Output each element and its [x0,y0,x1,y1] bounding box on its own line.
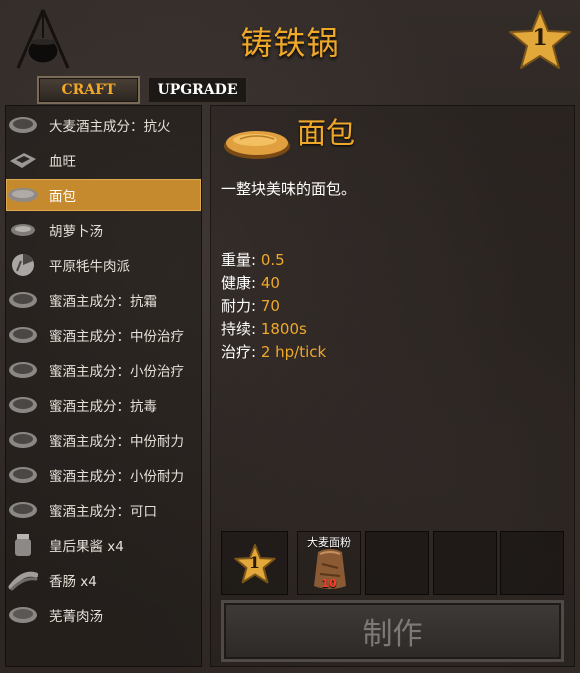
recipe-item[interactable]: 蜜酒主成分：可口 [6,494,201,526]
bowl-icon [6,426,40,454]
recipe-item[interactable]: 蜜酒主成分：小份耐力 [6,459,201,491]
soup-icon [6,216,40,244]
recipe-label: 血旺 [49,154,76,170]
stat-stamina: 耐力: 70 [221,295,280,316]
blood-pudding-icon [6,146,40,174]
recipe-item[interactable]: 蜜酒主成分：中份耐力 [6,424,201,456]
recipe-label: 胡萝卜汤 [49,224,103,240]
bowl-icon [6,601,40,629]
recipe-label: 芜菁肉汤 [49,609,103,625]
stat-value: 1800s [260,320,307,338]
recipe-label: 平原牦牛肉派 [49,259,130,275]
ingredient-slot[interactable]: 大麦面粉 10 [297,531,361,595]
bowl-icon [6,111,40,139]
recipe-item-selected[interactable]: 面包 [6,179,201,211]
stat-label: 持续: [221,320,261,338]
required-level-number: 1 [248,553,261,572]
recipe-label: 面包 [49,189,76,205]
bowl-icon [6,286,40,314]
recipe-item[interactable]: 芜菁肉汤 [6,599,201,631]
stat-label: 健康: [221,274,261,292]
stat-value: 0.5 [260,251,285,269]
stat-healing: 治疗: 2 hp/tick [221,341,326,362]
ingredient-amount: 10 [321,577,337,590]
empty-ingredient-slot [500,531,564,595]
empty-ingredient-slot [433,531,497,595]
tab-craft[interactable]: CRAFT [37,76,140,104]
recipe-item[interactable]: 蜜酒主成分：抗毒 [6,389,201,421]
recipe-label: 蜜酒主成分：中份治疗 [49,329,184,345]
empty-ingredient-slot [365,531,429,595]
recipe-item[interactable]: 蜜酒主成分：小份治疗 [6,354,201,386]
stat-label: 治疗: [221,343,261,361]
recipe-label: 蜜酒主成分：抗霜 [49,294,157,310]
station-level-number: 1 [532,25,548,51]
station-title: 铸铁锅 [240,24,340,62]
bowl-icon [6,461,40,489]
recipe-item[interactable]: 蜜酒主成分：中份治疗 [6,319,201,351]
recipe-item[interactable]: 胡萝卜汤 [6,214,201,246]
required-station-level-slot: 1 [221,531,288,595]
recipe-item[interactable]: 香肠 x4 [6,564,201,596]
stat-value: 70 [260,297,280,315]
bowl-icon [6,391,40,419]
recipe-item[interactable]: 蜜酒主成分：抗霜 [6,284,201,316]
recipe-label: 大麦酒主成分：抗火 [49,119,171,135]
stat-duration: 持续: 1800s [221,318,307,339]
recipe-label: 香肠 x4 [49,574,97,590]
bread-icon [6,181,40,209]
jar-icon [6,531,40,559]
recipe-label: 蜜酒主成分：抗毒 [49,399,157,415]
sausage-icon [6,566,40,594]
item-name: 面包 [297,116,356,150]
recipe-item[interactable]: 平原牦牛肉派 [6,249,201,281]
recipe-label: 蜜酒主成分：可口 [49,504,157,520]
item-description: 一整块美味的面包。 [221,180,357,198]
recipe-item[interactable]: 皇后果酱 x4 [6,529,201,561]
stat-value: 2 hp/tick [260,343,327,361]
bread-icon [224,131,290,159]
pie-icon [6,251,40,279]
stat-health: 健康: 40 [221,272,280,293]
recipe-label: 皇后果酱 x4 [49,539,124,555]
recipe-label: 蜜酒主成分：中份耐力 [49,434,184,450]
recipe-item[interactable]: 大麦酒主成分：抗火 [6,109,201,141]
recipe-label: 蜜酒主成分：小份治疗 [49,364,184,380]
stat-label: 重量: [221,251,261,269]
recipe-item[interactable]: 血旺 [6,144,201,176]
recipe-label: 蜜酒主成分：小份耐力 [49,469,184,485]
bowl-icon [6,321,40,349]
craft-button[interactable]: 制作 [221,600,564,662]
stat-value: 40 [260,274,280,292]
ingredient-name: 大麦面粉 [307,536,351,549]
stat-label: 耐力: [221,297,261,315]
tab-upgrade[interactable]: UPGRADE [147,76,248,104]
bowl-icon [6,356,40,384]
header: 铸铁锅 1 CRAFT UPGRADE [0,0,580,106]
stat-weight: 重量: 0.5 [221,249,285,270]
bowl-icon [6,496,40,524]
